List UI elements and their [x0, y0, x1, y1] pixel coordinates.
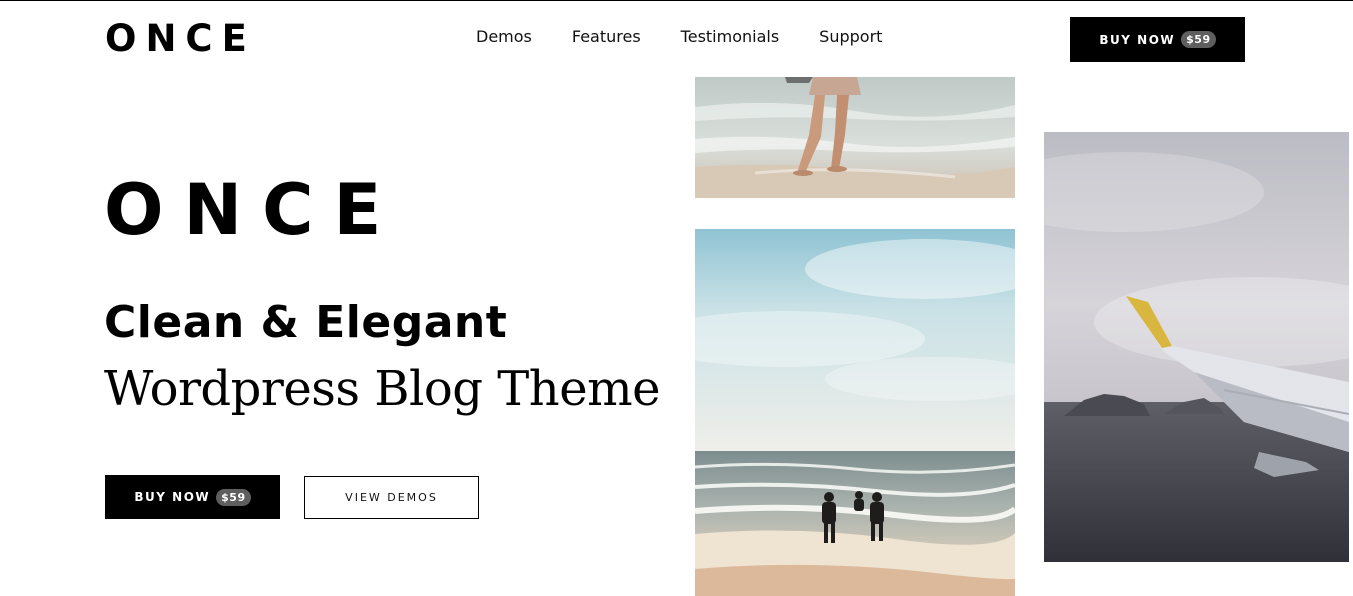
hero-logo: ONCE [104, 169, 402, 251]
nav-item-testimonials[interactable]: Testimonials [681, 27, 780, 47]
view-demos-button[interactable]: VIEW DEMOS [304, 476, 479, 519]
hero-buy-now-button[interactable]: BUY NOW $59 [105, 475, 280, 519]
nav-item-support[interactable]: Support [819, 27, 882, 47]
top-border [0, 0, 1353, 1]
beach-run-photo [695, 229, 1015, 596]
header-buy-now-button[interactable]: BUY NOW $59 [1070, 17, 1245, 62]
price-badge: $59 [1181, 31, 1216, 48]
hero-headline-line1: Clean & Elegant [104, 297, 508, 348]
price-badge: $59 [216, 488, 251, 506]
buy-now-label: BUY NOW [1099, 32, 1176, 47]
airplane-wing-photo [1044, 132, 1349, 562]
buy-now-label: BUY NOW [134, 490, 211, 504]
main-nav: Demos Features Testimonials Support [476, 27, 882, 47]
nav-item-demos[interactable]: Demos [476, 27, 532, 47]
site-logo[interactable]: ONCE [105, 19, 256, 59]
hero-headline-line2: Wordpress Blog Theme [104, 361, 661, 417]
beach-walk-photo [695, 77, 1015, 198]
nav-item-features[interactable]: Features [572, 27, 641, 47]
